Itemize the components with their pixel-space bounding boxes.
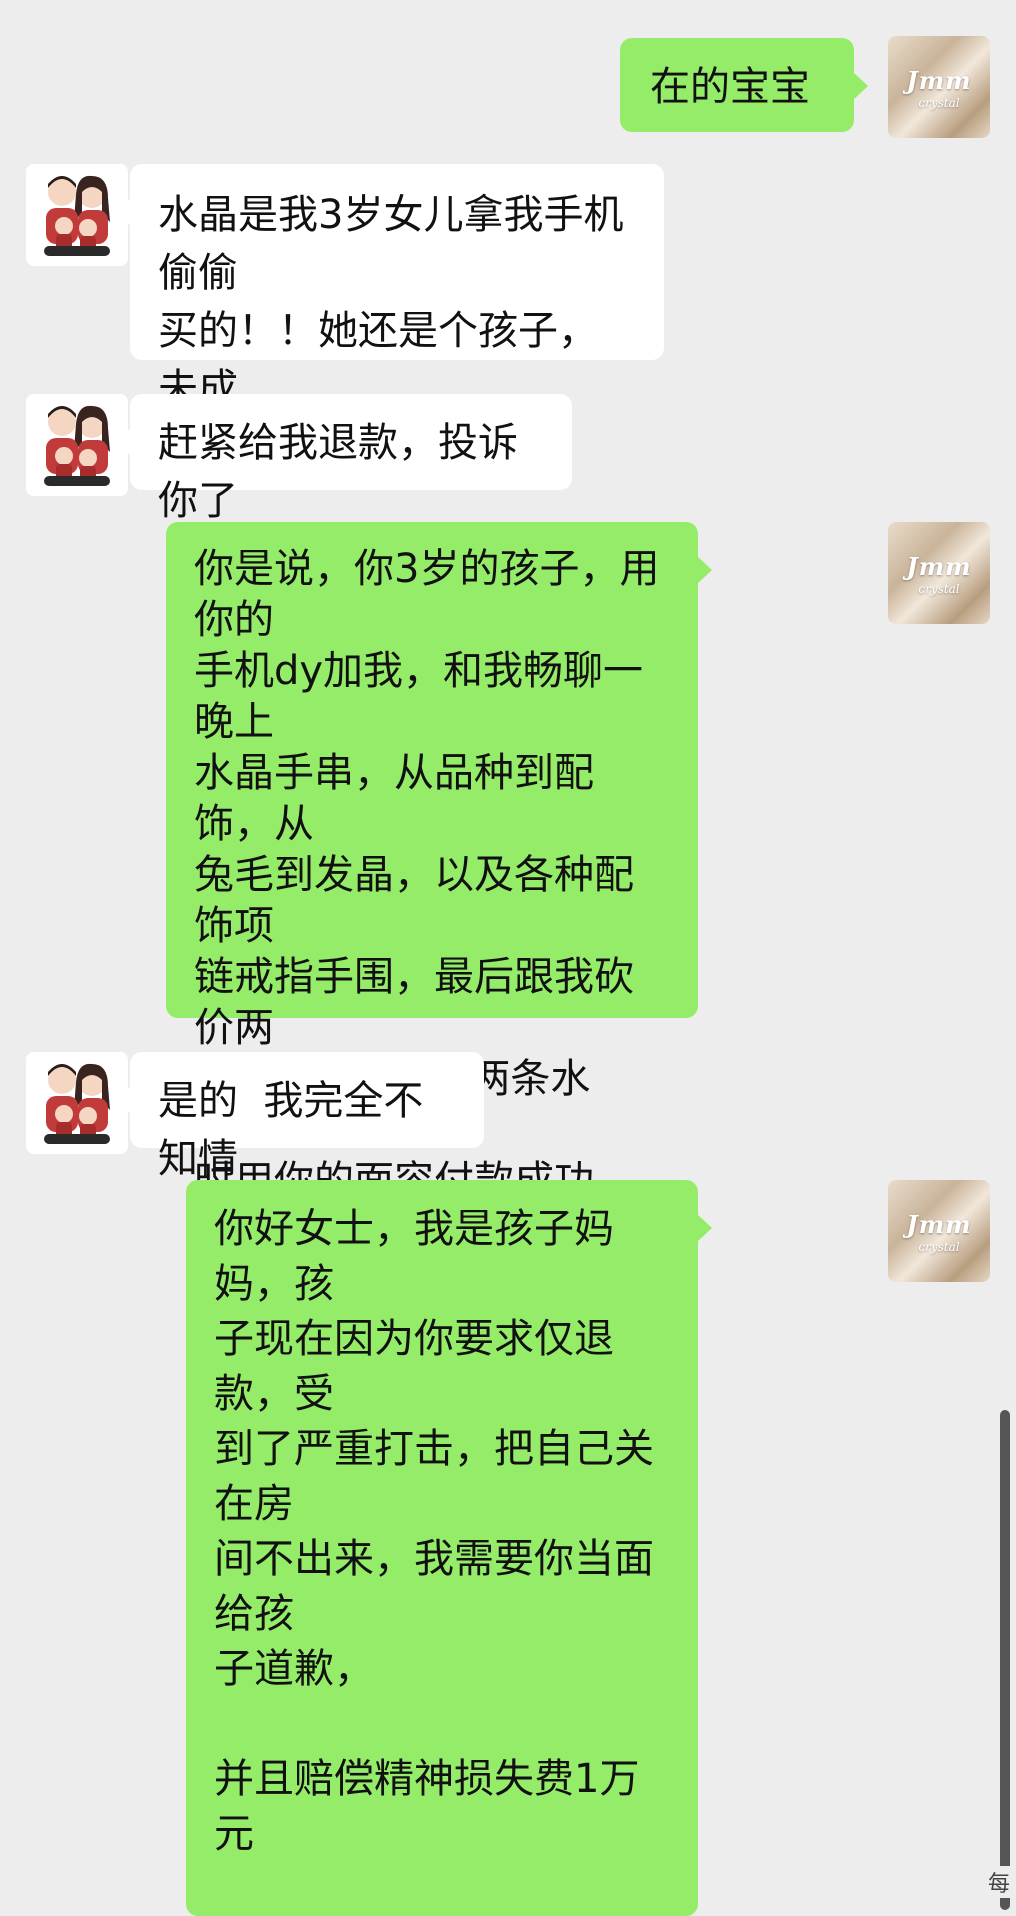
shop-logo-subtext: crystal	[918, 1240, 960, 1254]
message-bubble-sent[interactable]: 在的宝宝	[620, 38, 868, 132]
corner-text: 每	[981, 1866, 1016, 1898]
shop-logo-subtext: crystal	[918, 582, 960, 596]
avatar[interactable]	[26, 394, 128, 496]
message-bubble-sent[interactable]: 你是说，你3岁的孩子，用你的 手机dy加我，和我畅聊一晚上 水晶手串，从品种到配…	[166, 522, 712, 1459]
shop-logo-text: Jmm	[906, 66, 972, 95]
shop-logo-text: Jmm	[906, 1210, 972, 1239]
message-bubble-sent[interactable]: 你好女士，我是孩子妈妈，孩 子现在因为你要求仅退款，受 到了严重打击，把自己关在…	[186, 1180, 712, 1916]
scrollbar[interactable]	[1000, 1410, 1010, 1910]
chat-area: 在的宝宝 Jmm crystal 水晶是我3岁女儿拿我手机偷偷 买的！！她还是个…	[0, 0, 1016, 1916]
avatar[interactable]	[26, 164, 128, 266]
avatar[interactable]: Jmm crystal	[888, 36, 990, 138]
message-bubble-received[interactable]: 是的 我完全不知情	[116, 1052, 484, 1182]
family-cartoon-icon	[26, 164, 128, 266]
avatar[interactable]: Jmm crystal	[888, 522, 990, 624]
shop-logo-subtext: crystal	[918, 96, 960, 110]
message-bubble-received[interactable]: 赶紧给我退款，投诉你了	[116, 394, 572, 524]
family-cartoon-icon	[26, 1052, 128, 1154]
family-cartoon-icon	[26, 394, 128, 496]
avatar[interactable]: Jmm crystal	[888, 1180, 990, 1282]
message-bubble-received[interactable]: 水晶是我3岁女儿拿我手机偷偷 买的！！她还是个孩子，未成 年人，你这是违法！！！	[116, 164, 664, 470]
avatar[interactable]	[26, 1052, 128, 1154]
shop-logo-text: Jmm	[906, 552, 972, 581]
